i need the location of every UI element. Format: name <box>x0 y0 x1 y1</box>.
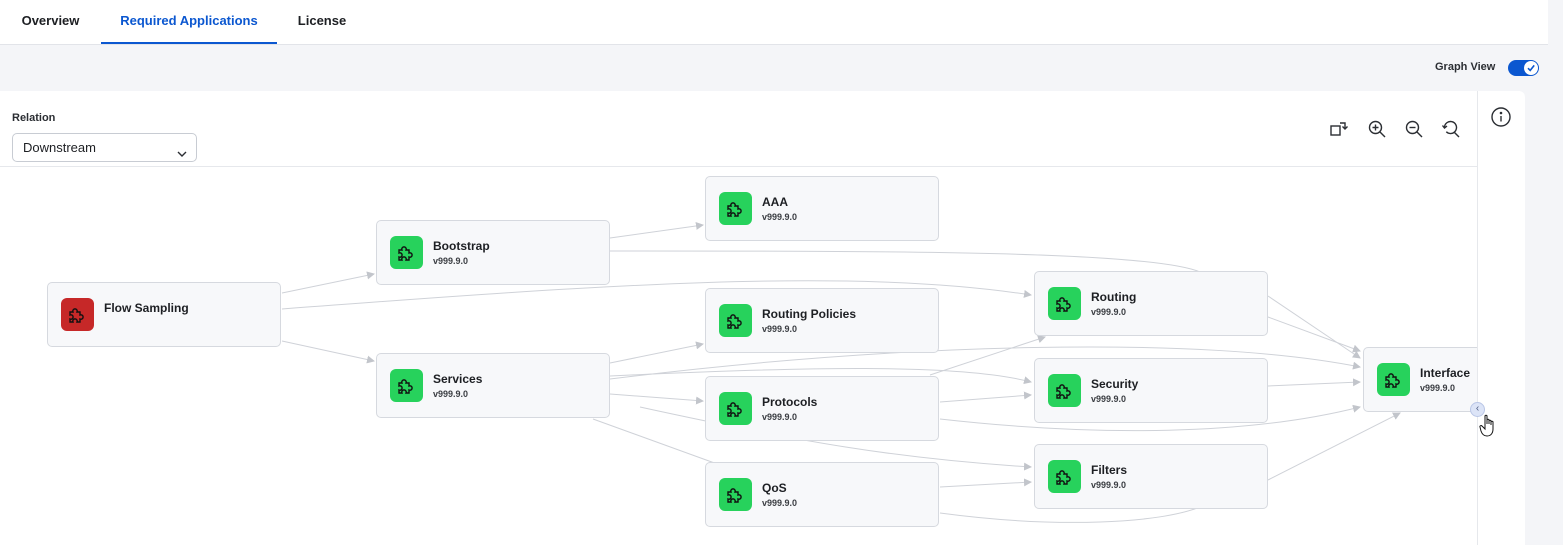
puzzle-icon <box>719 392 752 425</box>
node-flow-sampling[interactable]: Flow Sampling <box>47 282 281 347</box>
node-aaa[interactable]: AAA v999.9.0 <box>705 176 939 241</box>
reset-zoom-icon[interactable] <box>1440 118 1462 140</box>
info-icon[interactable] <box>1490 106 1512 128</box>
side-panel-divider <box>1477 91 1478 545</box>
puzzle-icon <box>719 304 752 337</box>
node-filters[interactable]: Filters v999.9.0 <box>1034 444 1268 509</box>
tab-required-applications[interactable]: Required Applications <box>101 0 277 44</box>
edge <box>939 506 1201 523</box>
node-name: Routing Policies <box>762 307 857 321</box>
node-version: v999.9.0 <box>762 212 798 222</box>
node-name: Routing <box>1091 290 1137 304</box>
node-version: v999.9.0 <box>762 498 798 508</box>
zoom-out-icon[interactable] <box>1403 118 1425 140</box>
edge <box>1267 412 1401 481</box>
puzzle-icon <box>1048 287 1081 320</box>
hand-cursor-icon <box>1479 414 1497 443</box>
node-name: Interface <box>1420 366 1471 380</box>
relation-selected-value: Downstream <box>23 140 96 155</box>
dependency-graph[interactable]: Flow Sampling Bootstrap v999.9.0 Service… <box>0 167 1477 545</box>
edge <box>1267 378 1361 387</box>
puzzle-icon <box>1048 374 1081 407</box>
graph-view-toggle[interactable] <box>1508 60 1539 76</box>
node-version: v999.9.0 <box>1091 307 1127 317</box>
node-name: AAA <box>762 195 788 209</box>
node-routing-policies[interactable]: Routing Policies v999.9.0 <box>705 288 939 353</box>
tab-license[interactable]: License <box>277 0 367 44</box>
edge <box>281 271 375 294</box>
node-name: QoS <box>762 481 787 495</box>
node-qos[interactable]: QoS v999.9.0 <box>705 462 939 527</box>
puzzle-icon <box>1048 460 1081 493</box>
puzzle-icon <box>719 478 752 511</box>
edge <box>609 393 704 405</box>
edge <box>609 250 1201 273</box>
edge <box>939 478 1032 488</box>
node-version: v999.9.0 <box>762 412 798 422</box>
node-routing[interactable]: Routing v999.9.0 <box>1034 271 1268 336</box>
node-interface[interactable]: Interface v999.9.0 <box>1363 347 1477 412</box>
edge <box>1267 316 1361 353</box>
layout-icon[interactable] <box>1328 118 1350 140</box>
puzzle-icon <box>61 298 94 331</box>
node-version: v999.9.0 <box>762 324 798 334</box>
node-version: v999.9.0 <box>1091 394 1127 404</box>
edge <box>281 340 375 364</box>
puzzle-icon <box>719 192 752 225</box>
node-name: Security <box>1091 377 1139 391</box>
edge <box>609 341 704 364</box>
node-version: v999.9.0 <box>433 389 469 399</box>
node-name: Services <box>433 372 483 386</box>
node-security[interactable]: Security v999.9.0 <box>1034 358 1268 423</box>
tab-overview[interactable]: Overview <box>0 0 101 44</box>
puzzle-icon <box>390 236 423 269</box>
node-name: Filters <box>1091 463 1128 477</box>
node-version: v999.9.0 <box>1420 383 1456 393</box>
edge <box>929 335 1046 376</box>
node-version: v999.9.0 <box>1091 480 1127 490</box>
edge <box>592 418 721 466</box>
puzzle-icon <box>1377 363 1410 396</box>
edge <box>609 222 704 239</box>
relation-label: Relation <box>12 112 56 124</box>
relation-select[interactable]: Downstream <box>12 133 197 162</box>
node-name: Protocols <box>762 395 818 409</box>
edge <box>939 391 1032 403</box>
zoom-in-icon[interactable] <box>1366 118 1388 140</box>
chevron-down-icon <box>176 142 188 169</box>
puzzle-icon <box>390 369 423 402</box>
tab-bar: Overview Required Applications License <box>0 0 1548 45</box>
node-name: Bootstrap <box>433 239 490 253</box>
node-name: Flow Sampling <box>104 301 189 315</box>
node-protocols[interactable]: Protocols v999.9.0 <box>705 376 939 441</box>
check-icon <box>1524 61 1538 75</box>
node-bootstrap[interactable]: Bootstrap v999.9.0 <box>376 220 610 285</box>
graph-view-label: Graph View <box>1435 61 1496 73</box>
node-version: v999.9.0 <box>433 256 469 266</box>
edge <box>1267 295 1361 359</box>
node-services[interactable]: Services v999.9.0 <box>376 353 610 418</box>
